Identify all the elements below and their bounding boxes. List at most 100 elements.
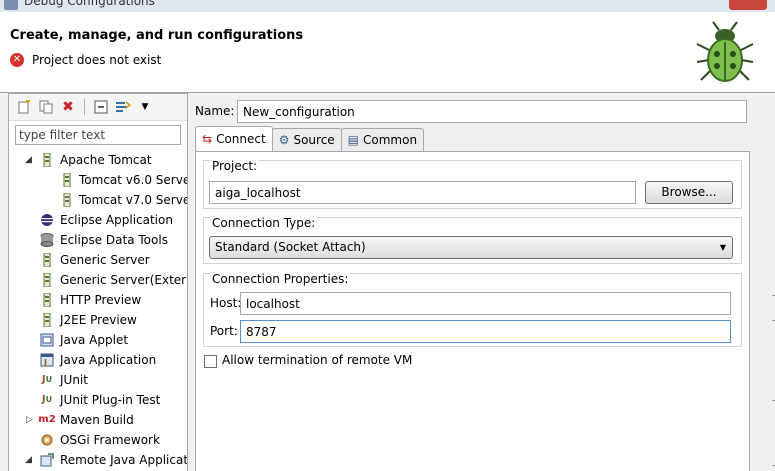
common-icon: ▤ — [347, 133, 360, 147]
tab-label: Source — [293, 133, 335, 147]
tree-item-eclipse-application[interactable]: Eclipse Application — [9, 210, 187, 230]
tab-common[interactable]: ▤ Common — [340, 128, 425, 151]
tree-item-java-application[interactable]: J Java Application — [9, 350, 187, 370]
server-icon — [40, 253, 54, 267]
chevron-down-icon[interactable]: ▼ — [136, 98, 154, 116]
configuration-tree: ◢ Apache Tomcat Tomcat v6.0 Serve Tomcat… — [9, 150, 187, 470]
tree-item-tomcat-v6[interactable]: Tomcat v6.0 Serve — [9, 170, 187, 190]
tree-item-j2ee-preview[interactable]: J2EE Preview — [9, 310, 187, 330]
app-icon — [4, 0, 18, 10]
port-label: Port: — [210, 324, 238, 338]
remote-java-icon — [40, 453, 54, 467]
chevron-down-icon: ▼ — [719, 243, 726, 252]
eclipse-icon — [40, 213, 54, 227]
tree-item-label: Tomcat v6.0 Serve — [79, 173, 187, 187]
list-toolbar: ✖ ▼ — [9, 94, 187, 121]
junit-icon: JU — [41, 374, 53, 385]
configuration-editor: Name: ⇆ Connect ⚙ Source ▤ Common Projec… — [190, 93, 775, 471]
filter-input[interactable] — [15, 125, 181, 145]
svg-text:J: J — [43, 358, 47, 367]
maven-icon: m2 — [38, 414, 56, 425]
tree-item-label: Apache Tomcat — [60, 153, 152, 167]
configuration-list-pane: ✖ ▼ ◢ Apache Tomcat Tomcat v6.0 Serve — [8, 93, 188, 471]
connection-type-select[interactable]: Standard (Socket Attach) ▼ — [209, 236, 733, 259]
tree-item-label: JUnit Plug-in Test — [60, 393, 161, 407]
tree-item-junit-plugin-test[interactable]: JU JUnit Plug-in Test — [9, 390, 187, 410]
allow-termination-checkbox[interactable] — [204, 355, 217, 368]
tree-item-maven-build[interactable]: ▷ m2 Maven Build — [9, 410, 187, 430]
error-text: Project does not exist — [32, 53, 162, 67]
tree-item-label: J2EE Preview — [60, 313, 137, 327]
toolbar-separator — [84, 99, 85, 115]
server-icon — [60, 193, 74, 207]
server-icon — [60, 173, 74, 187]
tree-item-label: JUnit — [60, 373, 88, 387]
debug-bug-icon — [696, 21, 754, 82]
connection-properties-label: Connection Properties: — [210, 272, 351, 286]
title-bar: Debug Configurations — [0, 0, 775, 12]
duplicate-icon[interactable] — [37, 98, 55, 116]
expanded-arrow-icon[interactable]: ◢ — [25, 150, 32, 170]
connection-type-label: Connection Type: — [210, 216, 318, 230]
tree-item-label: Eclipse Data Tools — [60, 233, 168, 247]
tree-item-label: Remote Java Applicat — [60, 453, 187, 467]
tab-bar: ⇆ Connect ⚙ Source ▤ Common — [195, 126, 425, 152]
allow-termination-label[interactable]: Allow termination of remote VM — [222, 353, 412, 367]
filter-icon[interactable] — [114, 98, 132, 116]
project-label: Project: — [210, 159, 260, 173]
tomcat-icon — [40, 153, 54, 167]
project-group: Project: Browse... — [203, 159, 742, 209]
source-icon: ⚙ — [278, 133, 290, 147]
osgi-icon — [40, 433, 54, 447]
tree-item-label: Java Applet — [60, 333, 129, 347]
connection-properties-group: Connection Properties: Host: Port: — [203, 272, 742, 347]
name-field[interactable] — [237, 100, 747, 123]
server-icon — [40, 293, 54, 307]
tree-item-label: HTTP Preview — [60, 293, 142, 307]
delete-icon[interactable]: ✖ — [59, 98, 77, 116]
tree-item-junit[interactable]: JU JUnit — [9, 370, 187, 390]
connect-tab-panel: Project: Browse... Connection Type: Stan… — [195, 151, 750, 471]
tree-item-label: Maven Build — [60, 413, 134, 427]
tab-connect[interactable]: ⇆ Connect — [195, 126, 273, 151]
tree-item-generic-server[interactable]: Generic Server — [9, 250, 187, 270]
junit-plugin-icon: JU — [41, 394, 53, 405]
tab-label: Common — [363, 133, 418, 147]
database-icon — [40, 233, 54, 247]
window-title: Debug Configurations — [24, 0, 155, 8]
tree-item-http-preview[interactable]: HTTP Preview — [9, 290, 187, 310]
connection-type-group: Connection Type: Standard (Socket Attach… — [203, 216, 742, 264]
tree-item-remote-java-application[interactable]: ◢ Remote Java Applicat — [9, 450, 187, 470]
dialog-header: Create, manage, and run configurations ✕… — [0, 12, 775, 93]
header-title: Create, manage, and run configurations — [10, 28, 304, 43]
applet-icon — [40, 333, 54, 347]
tree-item-osgi-framework[interactable]: OSGi Framework — [9, 430, 187, 450]
collapsed-arrow-icon[interactable]: ▷ — [26, 410, 33, 430]
tree-item-apache-tomcat[interactable]: ◢ Apache Tomcat — [9, 150, 187, 170]
tab-source[interactable]: ⚙ Source — [271, 128, 342, 151]
tree-item-label: Java Application — [60, 353, 157, 367]
collapse-all-icon[interactable] — [92, 98, 110, 116]
expanded-arrow-icon[interactable]: ◢ — [25, 450, 32, 470]
host-field[interactable] — [240, 292, 731, 315]
tree-item-label: Generic Server(Extern — [60, 273, 187, 287]
tree-item-label: Tomcat v7.0 Serve — [79, 193, 187, 207]
error-message: ✕ Project does not exist — [10, 53, 161, 67]
connection-type-value: Standard (Socket Attach) — [215, 240, 366, 254]
tab-label: Connect — [216, 132, 266, 146]
tree-item-java-applet[interactable]: Java Applet — [9, 330, 187, 350]
tree-item-label: OSGi Framework — [60, 433, 160, 447]
browse-button[interactable]: Browse... — [645, 181, 733, 204]
tree-item-generic-server-external[interactable]: Generic Server(Extern — [9, 270, 187, 290]
server-icon — [40, 273, 54, 287]
tree-item-eclipse-data-tools[interactable]: Eclipse Data Tools — [9, 230, 187, 250]
close-window-button[interactable] — [729, 0, 767, 10]
tree-item-label: Eclipse Application — [60, 213, 173, 227]
port-field[interactable] — [240, 320, 731, 343]
host-label: Host: — [210, 296, 242, 310]
new-config-icon[interactable] — [15, 98, 33, 116]
project-field[interactable] — [209, 181, 636, 204]
tree-item-tomcat-v7[interactable]: Tomcat v7.0 Serve — [9, 190, 187, 210]
java-app-icon: J — [40, 353, 54, 367]
connect-icon: ⇆ — [202, 132, 213, 146]
